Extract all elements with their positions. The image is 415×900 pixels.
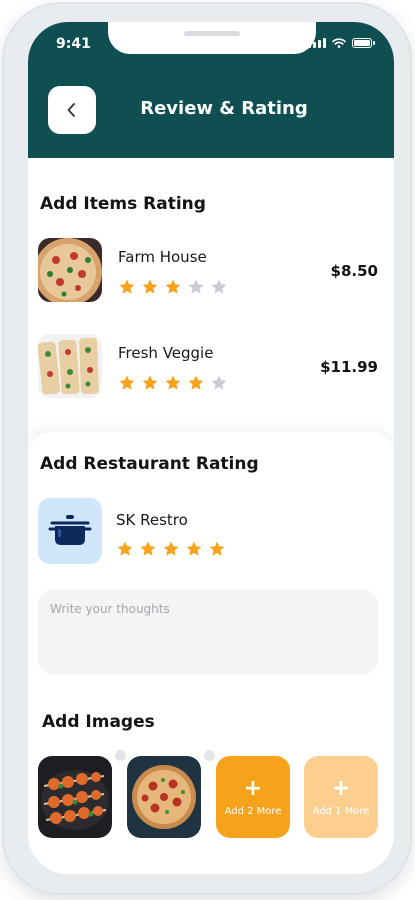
remove-image-button[interactable] xyxy=(203,749,216,762)
item-name: Fresh Veggie xyxy=(118,344,214,362)
star-empty-icon[interactable] xyxy=(187,278,205,296)
star-filled-icon[interactable] xyxy=(187,374,205,392)
add-more-images-button[interactable]: + Add 2 More xyxy=(216,756,290,838)
star-filled-icon[interactable] xyxy=(185,540,203,558)
status-icons xyxy=(308,38,375,48)
star-empty-icon[interactable] xyxy=(210,374,228,392)
star-filled-icon[interactable] xyxy=(164,278,182,296)
restaurant-logo xyxy=(38,498,102,564)
star-filled-icon[interactable] xyxy=(141,278,159,296)
item-price: $11.99 xyxy=(320,358,378,376)
list-item: Farm House $8.50 xyxy=(38,238,384,304)
item-price: $8.50 xyxy=(330,262,378,280)
plus-icon: + xyxy=(331,775,351,801)
thoughts-input[interactable] xyxy=(38,590,378,674)
add-more-images-button[interactable]: + Add 1 More xyxy=(304,756,378,838)
star-filled-icon[interactable] xyxy=(141,374,159,392)
page-title: Review & Rating xyxy=(140,98,308,119)
star-rating xyxy=(118,278,228,296)
device-notch xyxy=(108,22,316,54)
uploaded-image-skewers[interactable] xyxy=(38,756,112,838)
star-empty-icon[interactable] xyxy=(210,278,228,296)
status-time: 9:41 xyxy=(56,36,91,52)
star-filled-icon[interactable] xyxy=(208,540,226,558)
uploaded-image-pizza[interactable] xyxy=(127,756,201,838)
restaurant-rating-heading: Add Restaurant Rating xyxy=(40,454,259,474)
items-rating-heading: Add Items Rating xyxy=(40,194,206,214)
add-more-label: Add 2 More xyxy=(224,805,282,817)
signal-icon xyxy=(308,38,326,48)
star-filled-icon[interactable] xyxy=(162,540,180,558)
star-filled-icon[interactable] xyxy=(118,278,136,296)
item-name: Farm House xyxy=(118,248,207,266)
star-filled-icon[interactable] xyxy=(139,540,157,558)
remove-image-button[interactable] xyxy=(114,749,127,762)
farm-house-image xyxy=(38,238,102,302)
fresh-veggie-image xyxy=(38,334,102,398)
restaurant-name: SK Restro xyxy=(116,511,188,529)
plus-icon: + xyxy=(243,775,263,801)
wifi-icon xyxy=(332,38,346,48)
star-filled-icon[interactable] xyxy=(116,540,134,558)
star-rating xyxy=(116,540,226,558)
header-bar: 9:41 Review & Rating xyxy=(28,22,394,158)
star-filled-icon[interactable] xyxy=(164,374,182,392)
cooking-pot-icon xyxy=(48,515,92,545)
app-screen: 9:41 Review & Rating Add Items Rating Fa… xyxy=(28,22,394,874)
list-item: Fresh Veggie $11.99 xyxy=(38,334,384,400)
star-filled-icon[interactable] xyxy=(118,374,136,392)
star-rating xyxy=(118,374,228,392)
add-images-heading: Add Images xyxy=(42,712,155,732)
battery-icon xyxy=(352,38,375,48)
add-more-label: Add 1 More xyxy=(312,805,370,817)
